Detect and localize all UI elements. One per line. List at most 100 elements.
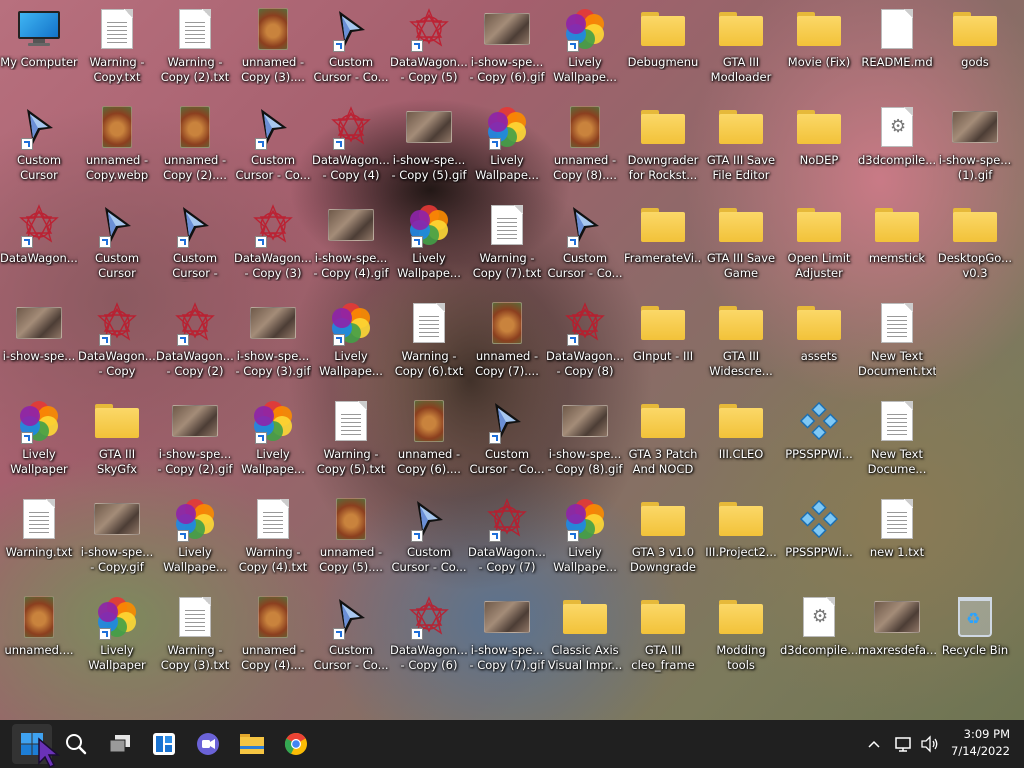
desktop-icon[interactable]: unnamed - Copy (6).... <box>390 392 468 486</box>
desktop-icon[interactable]: Classic Axis Visual Impr... <box>546 588 624 682</box>
desktop-icon[interactable]: Downgrader for Rockst... <box>624 98 702 192</box>
desktop-icon[interactable]: i-show-spe... - Copy (4).gif <box>312 196 390 290</box>
desktop-icon[interactable]: Warning - Copy (5).txt <box>312 392 390 486</box>
desktop-icon[interactable]: GTA 3 v1.0 Downgrade <box>624 490 702 584</box>
desktop-icon[interactable]: Lively Wallpape... <box>156 490 234 584</box>
desktop-icon[interactable]: i-show-spe... (1).gif <box>936 98 1014 192</box>
desktop-icon[interactable]: PPSSPPWi... <box>780 490 858 584</box>
desktop-icon[interactable]: Custom Cursor - Co... <box>312 588 390 682</box>
desktop-icon[interactable]: unnamed - Copy (5).... <box>312 490 390 584</box>
desktop-icon[interactable]: Custom Cursor <box>0 98 78 192</box>
desktop-icon[interactable]: New Text Docume... <box>858 392 936 486</box>
desktop-icon[interactable]: Open Limit Adjuster <box>780 196 858 290</box>
desktop-icon[interactable]: i-show-spe... - Copy (6).gif <box>468 0 546 94</box>
desktop-icon[interactable]: gods <box>936 0 1014 94</box>
desktop-icon[interactable]: Lively Wallpape... <box>312 294 390 388</box>
volume-icon[interactable] <box>920 735 940 753</box>
desktop-icon[interactable]: Warning - Copy (7).txt <box>468 196 546 290</box>
desktop-icon[interactable]: DesktopGo... v0.3 <box>936 196 1014 290</box>
desktop-icon[interactable]: DataWagon.... - Copy (7) <box>468 490 546 584</box>
desktop-icon[interactable]: Lively Wallpape... <box>468 98 546 192</box>
desktop-icon[interactable]: i-show-spe... - Copy (3).gif <box>234 294 312 388</box>
desktop-icon[interactable]: i-show-spe... - Copy.gif <box>78 490 156 584</box>
desktop-icon[interactable]: DataWagon.... - Copy <box>78 294 156 388</box>
desktop-icon[interactable]: README.md <box>858 0 936 94</box>
desktop-icon[interactable]: DataWagon.... - Copy (2) <box>156 294 234 388</box>
desktop-icon[interactable]: Lively Wallpape... <box>546 0 624 94</box>
desktop-icon[interactable]: i-show-spe... - Copy (8).gif <box>546 392 624 486</box>
desktop-icon[interactable]: GTA III SkyGfx <box>78 392 156 486</box>
desktop-icon[interactable]: i-show-spe... - Copy (5).gif <box>390 98 468 192</box>
chat-button[interactable] <box>188 724 228 764</box>
desktop-icon[interactable]: Lively Wallpape... <box>234 392 312 486</box>
desktop-icon-label: Recycle Bin <box>941 643 1009 657</box>
desktop-icon[interactable]: Custom Cursor <box>78 196 156 290</box>
desktop-icon[interactable]: DataWagon.... - Copy (4) <box>312 98 390 192</box>
desktop-icon-graphic <box>93 202 141 248</box>
file-explorer-button[interactable] <box>232 724 272 764</box>
desktop-icon[interactable]: i-show-spe... - Copy (2).gif <box>156 392 234 486</box>
desktop-icon[interactable]: Warning - Copy (2).txt <box>156 0 234 94</box>
desktop-icon[interactable]: My Computer <box>0 0 78 94</box>
desktop-icon[interactable]: New Text Document.txt <box>858 294 936 388</box>
desktop-icon[interactable]: Custom Cursor - Co... <box>390 490 468 584</box>
desktop-icon[interactable]: unnamed.... <box>0 588 78 682</box>
desktop-icon[interactable]: FramerateVi... <box>624 196 702 290</box>
desktop-icon[interactable]: DataWagon.... - Copy (3) <box>234 196 312 290</box>
widgets-button[interactable] <box>144 724 184 764</box>
desktop-icon[interactable]: ♻ Recycle Bin <box>936 588 1014 682</box>
desktop-icon[interactable]: NoDEP <box>780 98 858 192</box>
desktop-icon[interactable]: DataWagon.... - Copy (5) <box>390 0 468 94</box>
desktop-icon[interactable]: DataWagon.... - Copy (6) <box>390 588 468 682</box>
desktop-icon[interactable]: DataWagon.... <box>0 196 78 290</box>
desktop-icon[interactable]: GInput - III <box>624 294 702 388</box>
desktop-icon[interactable]: III.Project2... <box>702 490 780 584</box>
desktop-icon[interactable]: GTA III cleo_frame ... <box>624 588 702 682</box>
desktop-icon[interactable]: memstick <box>858 196 936 290</box>
desktop-icon[interactable]: PPSSPPWi... <box>780 392 858 486</box>
desktop-icon[interactable]: Lively Wallpaper <box>0 392 78 486</box>
desktop-icon[interactable]: unnamed - Copy (7).... <box>468 294 546 388</box>
desktop-icon[interactable]: new 1.txt <box>858 490 936 584</box>
desktop-icon[interactable]: Custom Cursor - Co... <box>468 392 546 486</box>
desktop-icon[interactable]: ⚙ d3dcompile... <box>858 98 936 192</box>
desktop-icon[interactable]: GTA III Widescre... <box>702 294 780 388</box>
desktop-icon[interactable]: GTA III Save Game <box>702 196 780 290</box>
desktop-icon[interactable]: Warning - Copy (6).txt <box>390 294 468 388</box>
desktop-icon[interactable]: Lively Wallpape... <box>546 490 624 584</box>
desktop-icon-label: Warning - Copy (4).txt <box>238 545 308 574</box>
desktop-icon[interactable]: GTA III Modloader <box>702 0 780 94</box>
desktop-icon[interactable]: Modding tools <box>702 588 780 682</box>
desktop-icon[interactable]: unnamed - Copy (4).... <box>234 588 312 682</box>
desktop-icon[interactable]: unnamed - Copy (3).... <box>234 0 312 94</box>
desktop-icon[interactable]: Custom Cursor - Co... <box>546 196 624 290</box>
desktop-icon[interactable]: i-show-spe... - Copy (7).gif <box>468 588 546 682</box>
clock[interactable]: 3:09 PM 7/14/2022 <box>951 726 1010 760</box>
task-view-button[interactable] <box>100 724 140 764</box>
desktop-icon[interactable]: III.CLEO <box>702 392 780 486</box>
desktop-icon[interactable]: GTA III Save File Editor <box>702 98 780 192</box>
desktop-icon[interactable]: Lively Wallpape... <box>390 196 468 290</box>
desktop-icon[interactable]: i-show-spe... <box>0 294 78 388</box>
desktop-icon[interactable]: Custom Cursor - Copy <box>156 196 234 290</box>
desktop-icon[interactable]: unnamed - Copy (8).... <box>546 98 624 192</box>
desktop-icon[interactable]: ⚙ d3dcompile... <box>780 588 858 682</box>
network-icon[interactable] <box>894 735 914 753</box>
desktop-icon[interactable]: unnamed - Copy.webp <box>78 98 156 192</box>
desktop-icon[interactable]: DataWagon.... - Copy (8) <box>546 294 624 388</box>
desktop-icon[interactable]: Custom Cursor - Co... <box>312 0 390 94</box>
desktop-icon[interactable]: Custom Cursor - Co... <box>234 98 312 192</box>
desktop-icon[interactable]: Lively Wallpaper <box>78 588 156 682</box>
chrome-button[interactable] <box>276 724 316 764</box>
desktop-icon[interactable]: GTA 3 Patch And NOCD <box>624 392 702 486</box>
desktop-icon[interactable]: assets <box>780 294 858 388</box>
desktop-icon[interactable]: unnamed - Copy (2).... <box>156 98 234 192</box>
desktop-icon[interactable]: Warning - Copy.txt <box>78 0 156 94</box>
desktop-icon[interactable]: Warning - Copy (3).txt <box>156 588 234 682</box>
desktop-icon[interactable]: Movie (Fix) <box>780 0 858 94</box>
desktop-icon[interactable]: maxresdefa... <box>858 588 936 682</box>
desktop-icon[interactable]: Warning.txt <box>0 490 78 584</box>
chevron-up-icon[interactable] <box>866 736 882 752</box>
desktop-icon[interactable]: Warning - Copy (4).txt <box>234 490 312 584</box>
desktop-icon[interactable]: Debugmenu <box>624 0 702 94</box>
